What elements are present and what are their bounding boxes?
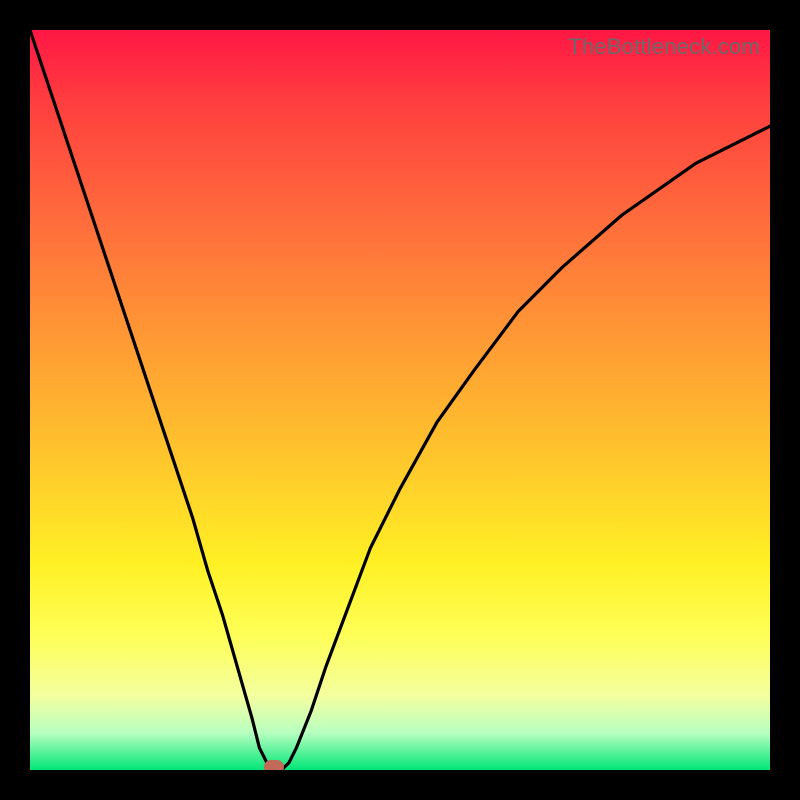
watermark-text: TheBottleneck.com xyxy=(568,34,760,60)
chart-frame: TheBottleneck.com xyxy=(0,0,800,800)
minimum-marker xyxy=(264,760,284,770)
plot-area: TheBottleneck.com xyxy=(30,30,770,770)
curve-svg xyxy=(30,30,770,770)
curve-path xyxy=(30,30,770,770)
